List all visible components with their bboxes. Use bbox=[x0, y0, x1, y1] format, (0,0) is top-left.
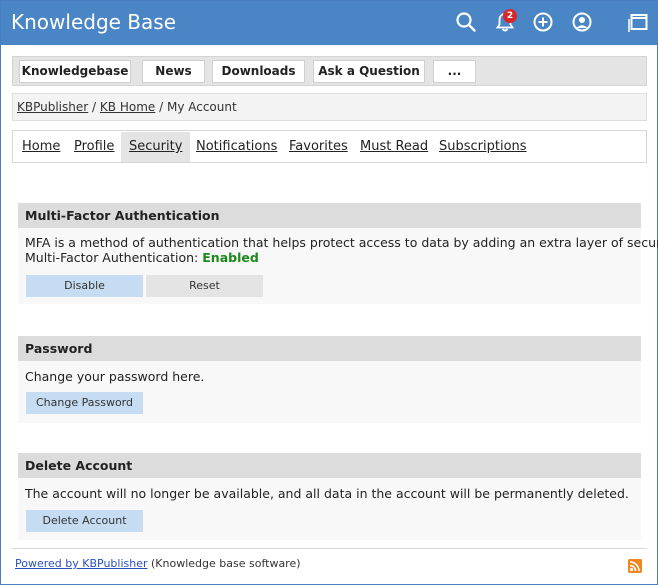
tab-favorites[interactable]: Favorites bbox=[289, 132, 348, 162]
breadcrumb-kbpublisher[interactable]: KBPublisher bbox=[17, 100, 88, 114]
powered-by-link[interactable]: Powered by KBPublisher bbox=[15, 557, 148, 570]
tab-must-read[interactable]: Must Read bbox=[360, 132, 428, 162]
footer: Powered by KBPublisher (Knowledge base s… bbox=[15, 557, 301, 570]
delete-account-section-title: Delete Account bbox=[18, 453, 641, 478]
password-section: Change your password here. Change Passwo… bbox=[18, 361, 641, 423]
app-header: Knowledge Base bbox=[1, 1, 657, 45]
change-password-button[interactable]: Change Password bbox=[26, 392, 143, 414]
reset-mfa-button[interactable]: Reset bbox=[146, 275, 263, 297]
rss-icon[interactable] bbox=[628, 559, 642, 573]
delete-account-description: The account will no longer be available,… bbox=[25, 486, 629, 501]
account-tabs: Home Profile Security Notifications Favo… bbox=[12, 130, 647, 163]
plus-circle-icon[interactable] bbox=[532, 11, 554, 33]
app-title: Knowledge Base bbox=[11, 10, 176, 34]
mfa-description: MFA is a method of authentication that h… bbox=[25, 235, 658, 250]
delete-account-button[interactable]: Delete Account bbox=[26, 510, 143, 532]
search-icon[interactable] bbox=[455, 11, 477, 33]
delete-account-section: The account will no longer be available,… bbox=[18, 478, 641, 540]
mfa-status-value: Enabled bbox=[202, 250, 259, 265]
menu-news[interactable]: News bbox=[142, 60, 205, 83]
tab-profile[interactable]: Profile bbox=[74, 132, 114, 162]
password-section-title: Password bbox=[18, 336, 641, 361]
footer-suffix: (Knowledge base software) bbox=[151, 557, 301, 570]
mfa-status: Multi-Factor Authentication: Enabled bbox=[25, 250, 259, 265]
notification-badge: 2 bbox=[503, 9, 517, 23]
menu-more[interactable]: ... bbox=[433, 60, 476, 83]
mfa-status-label: Multi-Factor Authentication: bbox=[25, 250, 199, 265]
password-description: Change your password here. bbox=[25, 369, 205, 384]
disable-mfa-button[interactable]: Disable bbox=[26, 275, 143, 297]
breadcrumb-kb-home[interactable]: KB Home bbox=[100, 100, 155, 114]
menu-downloads[interactable]: Downloads bbox=[212, 60, 305, 83]
menu-ask-question[interactable]: Ask a Question bbox=[313, 60, 425, 83]
user-icon[interactable] bbox=[571, 11, 593, 33]
window-icon[interactable] bbox=[628, 11, 650, 33]
breadcrumb: KBPublisher / KB Home / My Account bbox=[12, 93, 647, 121]
footer-divider bbox=[12, 548, 647, 549]
tab-security[interactable]: Security bbox=[121, 132, 191, 162]
tab-home[interactable]: Home bbox=[22, 132, 60, 162]
tab-notifications[interactable]: Notifications bbox=[196, 132, 277, 162]
tab-subscriptions[interactable]: Subscriptions bbox=[439, 132, 527, 162]
top-menu: Knowledgebase News Downloads Ask a Quest… bbox=[12, 56, 647, 86]
breadcrumb-current: My Account bbox=[166, 100, 237, 114]
breadcrumb-separator: / bbox=[92, 100, 97, 114]
mfa-section: MFA is a method of authentication that h… bbox=[18, 228, 658, 304]
menu-knowledgebase[interactable]: Knowledgebase bbox=[19, 60, 131, 83]
mfa-section-title: Multi-Factor Authentication bbox=[18, 203, 641, 228]
breadcrumb-separator: / bbox=[159, 100, 164, 114]
